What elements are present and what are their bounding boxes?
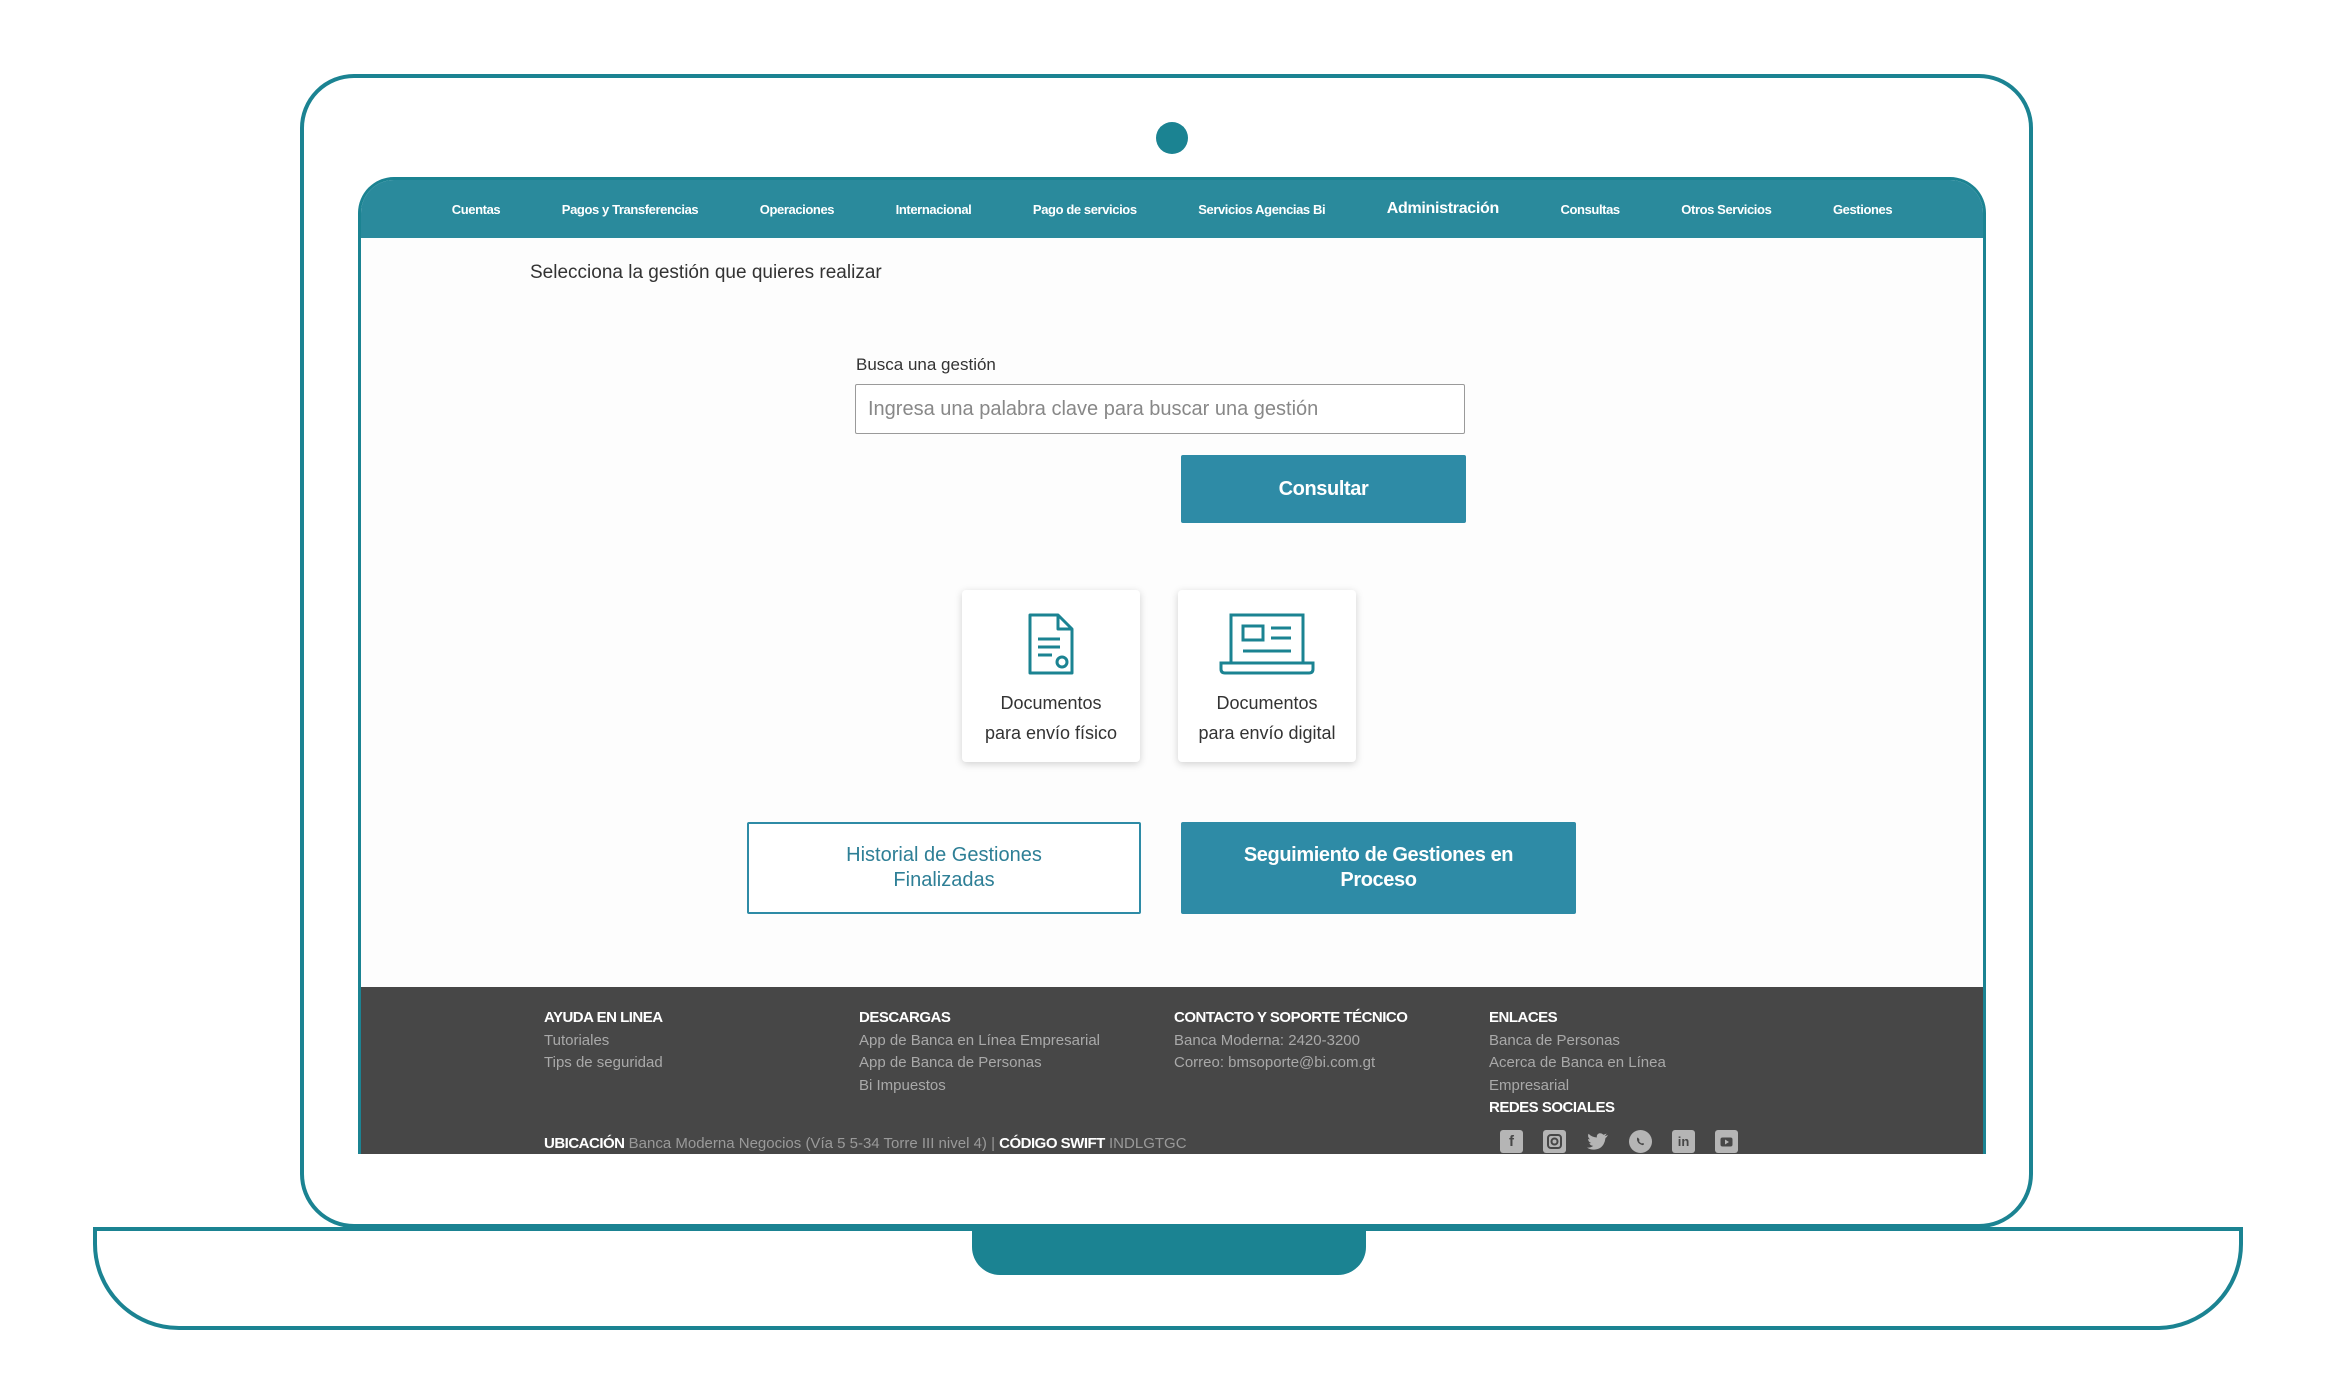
footer-link-tips[interactable]: Tips de seguridad [544,1052,663,1075]
footer-heading: CONTACTO Y SOPORTE TÉCNICO [1174,1009,1408,1026]
page-title: Selecciona la gestión que quieres realiz… [530,262,882,283]
footer: AYUDA EN LINEA Tutoriales Tips de seguri… [361,987,1983,1154]
nav-item-otros-servicios[interactable]: Otros Servicios [1681,202,1772,217]
footer-link-acerca[interactable]: Acerca de Banca en Línea [1489,1052,1666,1075]
laptop-document-icon [1219,610,1315,678]
facebook-icon[interactable]: f [1500,1130,1523,1153]
card-title: Documentos [1000,693,1102,713]
nav-item-administracion[interactable]: Administración [1387,200,1500,218]
social-links: f in [1500,1130,1738,1153]
linkedin-icon[interactable]: in [1672,1130,1695,1153]
twitter-icon[interactable] [1586,1130,1609,1153]
whatsapp-icon[interactable] [1629,1130,1652,1153]
laptop-notch [972,1229,1366,1275]
document-icon [1026,610,1076,678]
tracking-button[interactable]: Seguimiento de Gestiones en Proceso [1181,822,1576,914]
footer-email[interactable]: Correo: bmsoporte@bi.com.gt [1174,1052,1407,1075]
footer-downloads-column: DESCARGAS App de Banca en Línea Empresar… [859,1007,1100,1097]
footer-heading: ENLACES [1489,1009,1558,1026]
top-navigation: Cuentas Pagos y Transferencias Operacion… [361,180,1983,238]
nav-item-gestiones[interactable]: Gestiones [1833,202,1893,217]
footer-phone: Banca Moderna: 2420-3200 [1174,1031,1360,1049]
search-input[interactable] [855,384,1465,434]
history-button-label: Historial de Gestiones [846,844,1042,866]
nav-item-pagos-transferencias[interactable]: Pagos y Transferencias [562,202,699,217]
card-subtitle: para envío físico [984,723,1118,743]
nav-item-cuentas[interactable]: Cuentas [452,202,501,217]
footer-link-banca-personas[interactable]: Banca de Personas [1489,1030,1666,1053]
location-label: UBICACIÓN [544,1135,625,1152]
consultar-button[interactable]: Consultar [1181,455,1466,523]
laptop-screen: Cuentas Pagos y Transferencias Operacion… [358,177,1986,1154]
swift-label: CÓDIGO SWIFT [999,1135,1105,1152]
history-button[interactable]: Historial de Gestiones Finalizadas [747,822,1141,914]
footer-help-column: AYUDA EN LINEA Tutoriales Tips de seguri… [544,1007,663,1075]
separator: | [991,1135,995,1152]
footer-location-line: UBICACIÓN Banca Moderna Negocios (Vía 5 … [544,1135,1187,1152]
footer-link-app-personas[interactable]: App de Banca de Personas [859,1052,1100,1075]
nav-item-consultas[interactable]: Consultas [1561,202,1621,217]
search-label: Busca una gestión [856,355,996,374]
instagram-icon[interactable] [1543,1130,1566,1153]
swift-value: INDLGTGC [1109,1135,1187,1152]
youtube-icon[interactable] [1715,1130,1738,1153]
location-value: Banca Moderna Negocios (Vía 5 5-34 Torre… [628,1135,987,1152]
tracking-button-label: Proceso [1340,869,1417,891]
nav-item-servicios-agencias[interactable]: Servicios Agencias Bi [1198,202,1325,217]
history-button-label: Finalizadas [893,869,995,891]
footer-link-tutoriales[interactable]: Tutoriales [544,1030,663,1053]
nav-item-operaciones[interactable]: Operaciones [760,202,835,217]
nav-item-pago-servicios[interactable]: Pago de servicios [1033,202,1137,217]
card-digital-documents[interactable]: Documentos para envío digital [1178,590,1356,762]
footer-heading: AYUDA EN LINEA [544,1009,663,1026]
footer-link-app-empresarial[interactable]: App de Banca en Línea Empresarial [859,1030,1100,1053]
footer-link-empresarial[interactable]: Empresarial [1489,1075,1666,1098]
card-subtitle: para envío digital [1198,723,1336,743]
card-physical-documents[interactable]: Documentos para envío físico [962,590,1140,762]
footer-links-column: ENLACES Banca de Personas Acerca de Banc… [1489,1007,1666,1120]
footer-link-bi-impuestos[interactable]: Bi Impuestos [859,1075,1100,1098]
tracking-button-label: Seguimiento de Gestiones en [1243,844,1514,866]
footer-heading: DESCARGAS [859,1009,951,1026]
card-title: Documentos [1216,693,1318,713]
nav-item-internacional[interactable]: Internacional [896,202,972,217]
footer-social-heading: REDES SOCIALES [1489,1099,1615,1116]
footer-contact-column: CONTACTO Y SOPORTE TÉCNICO Banca Moderna… [1174,1007,1408,1075]
webcam [1156,122,1188,154]
